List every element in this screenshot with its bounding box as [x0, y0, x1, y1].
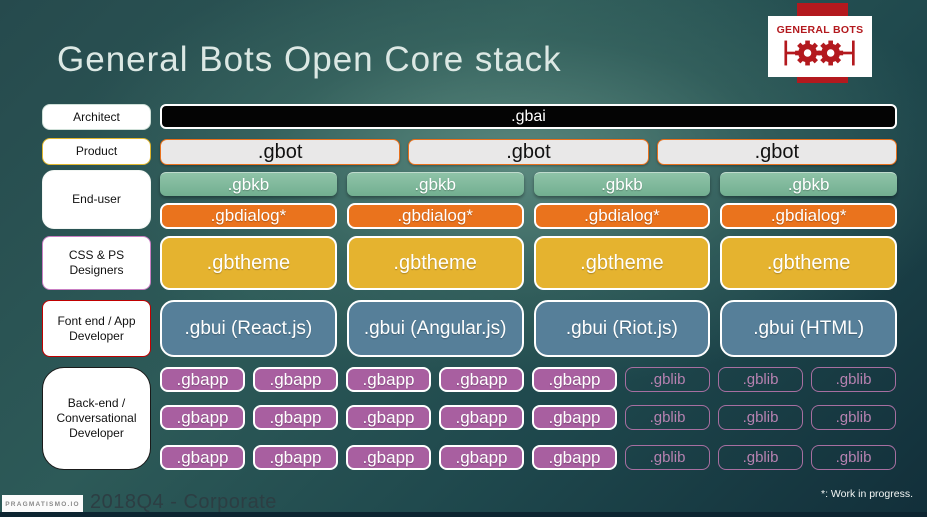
footer-text: 2018Q4 - Corporate: [90, 491, 277, 513]
gbdialog-box: .gbdialog*: [346, 203, 524, 229]
gbot-box: .gbot: [656, 139, 897, 165]
gears-icon: [784, 40, 855, 66]
gbapp-box: .gbapp: [253, 445, 338, 470]
gbapp-box: .gbapp: [253, 367, 338, 392]
gblib-box: .gblib: [625, 445, 710, 470]
gbkb-box: .gbkb: [720, 172, 897, 196]
work-in-progress-footnote: *: Work in progress.: [820, 488, 913, 500]
gbapp-box: .gbapp: [346, 445, 431, 470]
row-gbdialog: .gbdialog* .gbdialog* .gbdialog* .gbdial…: [160, 203, 897, 229]
gbapp-box: .gbapp: [346, 367, 431, 392]
label-css-ps-designers: CSS & PS Designers: [42, 236, 151, 290]
label-end-user: End-user: [42, 170, 151, 229]
gbot-box: .gbot: [160, 139, 401, 165]
gblib-box: .gblib: [811, 405, 896, 430]
row-gbot: .gbot .gbot .gbot: [160, 139, 897, 165]
gbapp-box: .gbapp: [532, 367, 617, 392]
gblib-box: .gblib: [718, 367, 803, 392]
gbapp-box: .gbapp: [439, 405, 524, 430]
row-gbai: .gbai: [160, 104, 897, 129]
gblib-box: .gblib: [811, 367, 896, 392]
gbtheme-box: .gbtheme: [160, 236, 337, 290]
gbui-riot-box: .gbui (Riot.js): [533, 300, 711, 357]
row-gbapp-gblib-2: .gbapp .gbapp .gbapp .gbapp .gbapp .gbli…: [160, 405, 897, 430]
gbui-react-box: .gbui (React.js): [160, 300, 337, 357]
gbtheme-box: .gbtheme: [533, 236, 711, 290]
gbapp-box: .gbapp: [532, 405, 617, 430]
gbot-box: .gbot: [408, 139, 649, 165]
gbdialog-box: .gbdialog*: [533, 203, 711, 229]
pragmatismo-watermark: PRAGMATISMO.IO: [2, 495, 83, 513]
gbdialog-box: .gbdialog*: [720, 203, 897, 229]
gbapp-box: .gbapp: [532, 445, 617, 470]
gblib-box: .gblib: [718, 405, 803, 430]
row-gbui: .gbui (React.js) .gbui (Angular.js) .gbu…: [160, 300, 897, 357]
gbtheme-box: .gbtheme: [720, 236, 897, 290]
gbkb-box: .gbkb: [533, 172, 711, 196]
gblib-box: .gblib: [811, 445, 896, 470]
label-product: Product: [42, 138, 151, 165]
label-frontend-app-developer: Font end / App Developer: [42, 300, 151, 357]
gbapp-box: .gbapp: [160, 405, 245, 430]
gbai-box: .gbai: [160, 104, 897, 129]
logo-brand-text: GENERAL BOTS: [776, 24, 864, 36]
gbkb-box: .gbkb: [160, 172, 337, 196]
gblib-box: .gblib: [718, 445, 803, 470]
general-bots-logo: GENERAL BOTS: [768, 16, 872, 77]
label-backend-conversational-developer: Back-end / Conversational Developer: [42, 367, 151, 470]
gbkb-box: .gbkb: [346, 172, 524, 196]
row-gbapp-gblib-1: .gbapp .gbapp .gbapp .gbapp .gbapp .gbli…: [160, 367, 897, 392]
gbui-angular-box: .gbui (Angular.js): [346, 300, 524, 357]
gbapp-box: .gbapp: [160, 367, 245, 392]
gbapp-box: .gbapp: [253, 405, 338, 430]
label-architect: Architect: [42, 104, 151, 130]
page-title: General Bots Open Core stack: [57, 40, 562, 79]
gbdialog-box: .gbdialog*: [160, 203, 337, 229]
gbui-html-box: .gbui (HTML): [720, 300, 897, 357]
gbapp-box: .gbapp: [160, 445, 245, 470]
row-gbkb: .gbkb .gbkb .gbkb .gbkb: [160, 172, 897, 196]
row-gbapp-gblib-3: .gbapp .gbapp .gbapp .gbapp .gbapp .gbli…: [160, 445, 897, 470]
gblib-box: .gblib: [625, 405, 710, 430]
gbapp-box: .gbapp: [439, 445, 524, 470]
gblib-box: .gblib: [625, 367, 710, 392]
gbapp-box: .gbapp: [439, 367, 524, 392]
slide: General Bots Open Core stack GENERAL BOT…: [0, 0, 927, 517]
gbtheme-box: .gbtheme: [346, 236, 524, 290]
gbapp-box: .gbapp: [346, 405, 431, 430]
bottom-edge-strip: [0, 512, 927, 517]
row-gbtheme: .gbtheme .gbtheme .gbtheme .gbtheme: [160, 236, 897, 290]
